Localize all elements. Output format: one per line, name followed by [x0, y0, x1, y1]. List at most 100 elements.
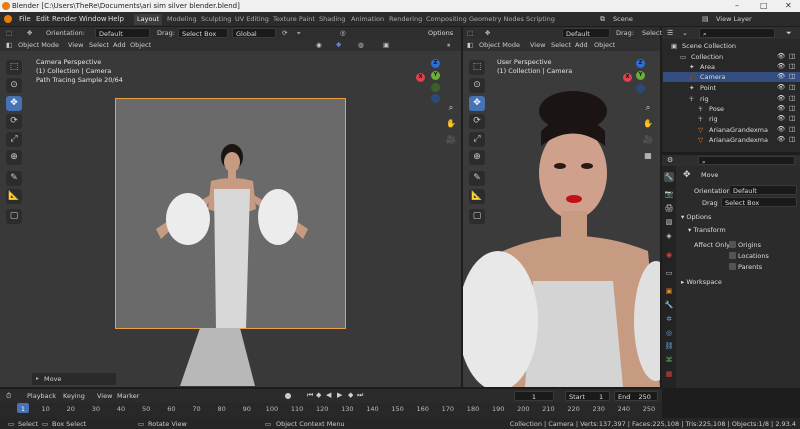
- visibility-eye-icon[interactable]: 👁: [777, 125, 785, 133]
- tool-add-cube[interactable]: ▢: [6, 209, 22, 224]
- menu-edit[interactable]: Edit: [36, 15, 50, 23]
- gizmo-z-axis[interactable]: Z: [431, 59, 440, 68]
- play-reverse-icon[interactable]: ◀: [326, 391, 331, 399]
- outliner-row[interactable]: ▽ ArianaGrandexma 👁 ◫: [663, 125, 800, 135]
- menu-view[interactable]: View: [530, 41, 545, 49]
- locations-checkbox[interactable]: [729, 252, 736, 259]
- start-frame-field[interactable]: Start 1: [565, 391, 610, 401]
- orientation-select[interactable]: Default: [729, 185, 797, 195]
- grid-view-icon[interactable]: ▦: [641, 149, 655, 163]
- tool-rotate[interactable]: ⟳: [469, 114, 485, 129]
- render-camera-icon[interactable]: ◫: [789, 94, 795, 102]
- gizmo-z-axis[interactable]: Z: [636, 59, 645, 68]
- tool-select-box[interactable]: ⬚: [469, 60, 485, 75]
- zoom-icon[interactable]: ⌕: [444, 101, 458, 115]
- outliner-filter-icon[interactable]: ⌄: [682, 29, 688, 37]
- view-layer-name[interactable]: View Layer: [716, 15, 752, 23]
- origins-checkbox[interactable]: [729, 241, 736, 248]
- scene-name[interactable]: Scene: [613, 15, 633, 23]
- tab-sculpting[interactable]: Sculpting: [198, 14, 234, 25]
- visibility-eye-icon[interactable]: 👁: [777, 52, 785, 60]
- tab-uv-editing[interactable]: UV Editing: [232, 14, 272, 25]
- overlay-toggle-icon[interactable]: ◍: [358, 41, 364, 49]
- filter-funnel-icon[interactable]: ⏷: [786, 29, 792, 38]
- render-camera-icon[interactable]: ◫: [789, 83, 795, 91]
- outliner-search-input[interactable]: ⌕: [699, 28, 775, 38]
- menu-help[interactable]: Help: [108, 15, 124, 23]
- options-panel-header[interactable]: ▾ Options: [681, 213, 711, 221]
- outliner-editor-icon[interactable]: ☰: [667, 29, 673, 37]
- outliner-row[interactable]: 🎥 Camera 👁 ◫: [663, 72, 800, 82]
- next-keyframe-icon[interactable]: ◆: [348, 391, 353, 399]
- render-properties-icon[interactable]: 📷: [664, 189, 674, 199]
- object-properties-icon[interactable]: ▣: [664, 286, 674, 296]
- gizmo-neg-z-axis[interactable]: [636, 84, 645, 93]
- editor-type-icon[interactable]: ⬚: [6, 29, 12, 37]
- pan-hand-icon[interactable]: ✋: [641, 117, 655, 131]
- menu-select[interactable]: Select: [551, 41, 571, 49]
- properties-editor-icon[interactable]: ⚙: [667, 156, 673, 164]
- physics-properties-icon[interactable]: ◎: [664, 328, 674, 338]
- gizmo-x-axis[interactable]: X: [416, 73, 425, 82]
- xray-icon[interactable]: ▣: [383, 41, 389, 49]
- properties-search-input[interactable]: ⌕: [698, 156, 795, 166]
- editor-type-icon[interactable]: ⬚: [467, 29, 473, 37]
- render-camera-icon[interactable]: ◫: [789, 125, 795, 133]
- tool-annotate[interactable]: ✎: [6, 171, 22, 186]
- drag-value[interactable]: Select: [642, 29, 662, 37]
- maximize-button[interactable]: □: [760, 1, 768, 10]
- camera-view-icon[interactable]: 🎥: [444, 133, 458, 147]
- blender-menu-icon[interactable]: [4, 15, 12, 23]
- menu-render[interactable]: Render: [52, 15, 77, 23]
- menu-file[interactable]: File: [19, 15, 31, 23]
- tab-rendering[interactable]: Rendering: [386, 14, 425, 25]
- tool-cursor[interactable]: ⊙: [6, 78, 22, 93]
- visibility-eye-icon[interactable]: 👁: [777, 104, 785, 112]
- menu-select[interactable]: Select: [89, 41, 109, 49]
- timeline-menu-marker[interactable]: Marker: [117, 392, 139, 400]
- tool-scale[interactable]: ⤢: [469, 132, 485, 147]
- timeline-menu-keying[interactable]: Keying: [63, 392, 85, 400]
- tab-modeling[interactable]: Modeling: [164, 14, 200, 25]
- jump-end-icon[interactable]: ⏭: [357, 391, 363, 400]
- render-camera-icon[interactable]: ◫: [789, 104, 795, 112]
- outliner-row[interactable]: ▭ Collection 👁 ◫: [663, 52, 800, 62]
- gizmo-y-axis[interactable]: Y: [431, 71, 440, 80]
- tool-measure[interactable]: 📐: [6, 189, 22, 204]
- timeline-menu-view[interactable]: View: [97, 392, 112, 400]
- tab-shading[interactable]: Shading: [316, 14, 348, 25]
- tab-compositing[interactable]: Compositing: [423, 14, 470, 25]
- mode-select[interactable]: Object Mode: [18, 41, 59, 49]
- drag-select[interactable]: Select Box: [178, 28, 228, 38]
- drag-select[interactable]: Select Box: [721, 197, 797, 207]
- menu-object[interactable]: Object: [130, 41, 151, 49]
- tool-properties-icon[interactable]: 🔧: [664, 172, 674, 182]
- close-button[interactable]: ✕: [785, 1, 792, 10]
- timeline-editor-icon[interactable]: ⏱: [6, 392, 11, 401]
- tab-layout[interactable]: Layout: [134, 14, 163, 25]
- render-camera-icon[interactable]: ◫: [789, 114, 795, 122]
- left-viewport[interactable]: ⬚ ⊙ ✥ ⟳ ⤢ ⊕ ✎ 📐 ▢ Camera Perspective (1)…: [0, 51, 461, 387]
- tab-geometry-nodes[interactable]: Geometry Nodes: [466, 14, 527, 25]
- record-icon[interactable]: [285, 393, 291, 399]
- tool-transform[interactable]: ⊕: [6, 150, 22, 165]
- tab-scripting[interactable]: Scripting: [523, 14, 558, 25]
- options-button[interactable]: Options: [425, 28, 459, 38]
- minimize-button[interactable]: –: [735, 1, 739, 10]
- visibility-eye-icon[interactable]: 👁: [777, 72, 785, 80]
- tool-transform[interactable]: ⊕: [469, 150, 485, 165]
- visibility-eye-icon[interactable]: 👁: [777, 135, 785, 143]
- tool-rotate[interactable]: ⟳: [6, 114, 22, 129]
- tab-animation[interactable]: Animation: [348, 14, 387, 25]
- visibility-icon[interactable]: ◉: [316, 41, 322, 49]
- output-properties-icon[interactable]: 🖨: [664, 203, 674, 213]
- render-camera-icon[interactable]: ◫: [789, 135, 795, 143]
- menu-add[interactable]: Add: [575, 41, 588, 49]
- tool-move[interactable]: ✥: [469, 96, 485, 111]
- timeline-menu-playback[interactable]: Playback: [27, 392, 56, 400]
- camera-view-icon[interactable]: 🎥: [641, 133, 655, 147]
- tool-select-box[interactable]: ⬚: [6, 60, 22, 75]
- gizmo-neg-y-axis[interactable]: [431, 83, 440, 92]
- collection-properties-icon[interactable]: ▭: [664, 268, 674, 278]
- play-icon[interactable]: ▶: [337, 391, 342, 399]
